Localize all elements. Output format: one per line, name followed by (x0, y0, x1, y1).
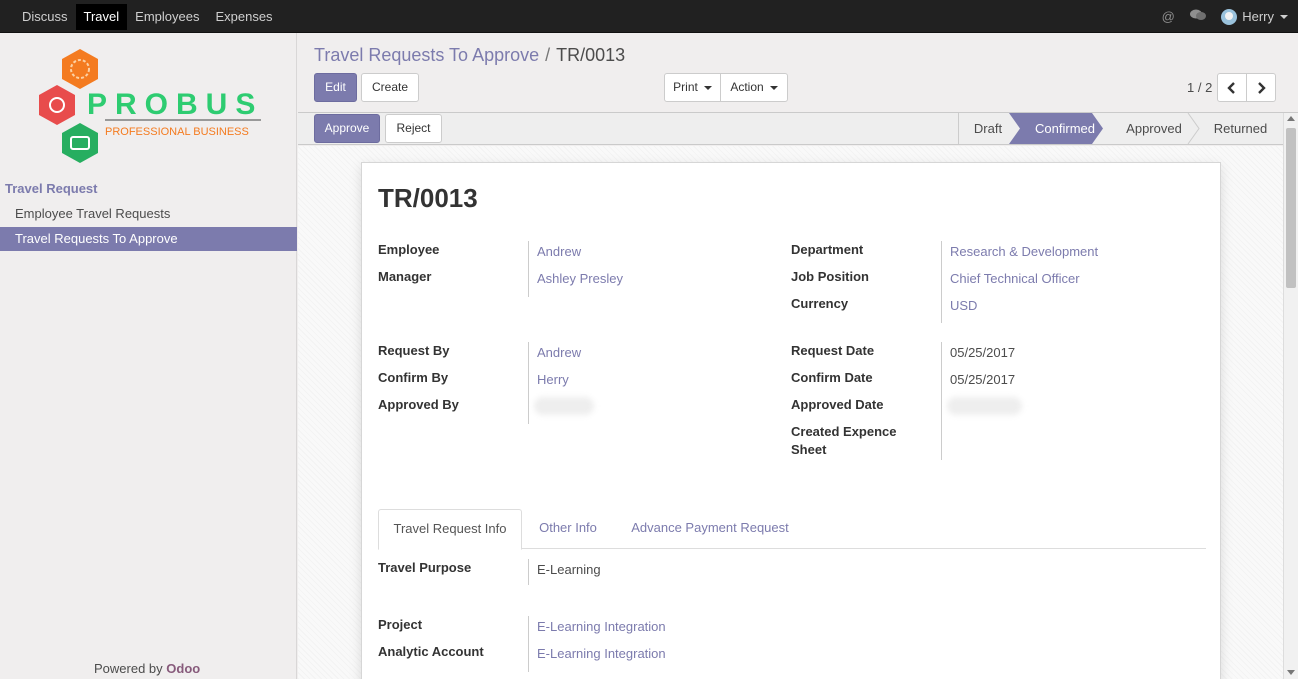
confirm-by-value[interactable]: Herry (537, 371, 569, 389)
request-by-label: Request By (378, 343, 450, 358)
request-by-value[interactable]: Andrew (537, 344, 581, 362)
chevron-down-icon (769, 85, 778, 90)
systray: @ Herry (1153, 0, 1288, 33)
user-menu[interactable]: Herry (1221, 8, 1288, 25)
pager-previous-button[interactable] (1217, 73, 1247, 102)
project-label: Project (378, 617, 423, 632)
field-divider (528, 342, 529, 424)
status-step-returned[interactable]: Returned (1198, 113, 1283, 144)
currency-label: Currency (791, 296, 849, 311)
tab-travel-request-info[interactable]: Travel Request Info (378, 509, 522, 550)
app-menu: Discuss Travel Employees Expenses (14, 4, 281, 30)
manager-label: Manager (378, 269, 432, 284)
approved-date-value-redacted (947, 397, 1022, 415)
employee-label: Employee (378, 242, 440, 257)
breadcrumb-current: TR/0013 (556, 45, 626, 65)
powered-by-label: Powered by (94, 661, 163, 676)
notebook-tabs: Travel Request Info Other Info Advance P… (378, 509, 1206, 550)
created-expense-sheet-label: Created Expence Sheet (791, 424, 897, 457)
edit-button[interactable]: Edit (314, 73, 357, 102)
form-background: TR/0013 Employee Andrew Manager Ashley P… (298, 146, 1283, 679)
form-sheet: TR/0013 Employee Andrew Manager Ashley P… (361, 162, 1221, 679)
print-label: Print (673, 80, 698, 94)
field-divider (528, 616, 529, 672)
reject-button[interactable]: Reject (385, 114, 442, 143)
create-button[interactable]: Create (361, 73, 419, 102)
powered-by: Powered by Odoo (94, 661, 200, 676)
chevron-right-icon (1258, 82, 1266, 94)
field-divider (528, 559, 529, 585)
approved-by-label: Approved By (378, 397, 459, 412)
job-position-label: Job Position (791, 269, 869, 284)
breadcrumb: Travel Requests To Approve / TR/0013 (314, 45, 625, 66)
manager-value[interactable]: Ashley Presley (537, 270, 623, 288)
field-divider (941, 241, 942, 323)
form-statusbar: Approve Reject Draft Confirmed Approved … (298, 113, 1283, 145)
tab-advance-payment-request[interactable]: Advance Payment Request (620, 509, 800, 549)
avatar (1221, 8, 1238, 25)
travel-purpose-label: Travel Purpose (378, 560, 472, 575)
approve-button[interactable]: Approve (314, 114, 380, 143)
employee-value[interactable]: Andrew (537, 243, 581, 261)
scrollbar-thumb[interactable] (1286, 128, 1296, 288)
job-position-value[interactable]: Chief Technical Officer (950, 270, 1080, 288)
tab-other-info[interactable]: Other Info (528, 509, 608, 549)
scroll-up-icon[interactable] (1287, 116, 1295, 121)
chevron-down-icon (703, 85, 712, 90)
status-step-approved[interactable]: Approved (1112, 113, 1196, 144)
logo-text: PROBUSE (87, 88, 265, 121)
breadcrumb-parent[interactable]: Travel Requests To Approve (314, 45, 539, 65)
approved-date-label: Approved Date (791, 397, 884, 412)
chat-icon[interactable] (1183, 8, 1213, 25)
confirm-date-value: 05/25/2017 (950, 372, 1016, 387)
sidebar-item-employee-travel-requests[interactable]: Employee Travel Requests (0, 202, 297, 226)
menu-travel[interactable]: Travel (75, 4, 128, 30)
company-logo: PROBUSE PROFESSIONAL BUSINESS (35, 47, 283, 167)
menu-employees[interactable]: Employees (127, 4, 207, 30)
logo-subtext: PROFESSIONAL BUSINESS (105, 126, 249, 138)
analytic-account-value[interactable]: E-Learning Integration (537, 645, 666, 663)
scroll-down-icon[interactable] (1287, 670, 1295, 675)
field-divider (941, 342, 942, 460)
menu-discuss[interactable]: Discuss (14, 4, 76, 30)
sidebar-section-title: Travel Request (5, 181, 98, 196)
mention-icon[interactable]: @ (1153, 9, 1183, 24)
field-divider (528, 241, 529, 297)
breadcrumb-separator: / (545, 45, 551, 65)
user-name: Herry (1242, 9, 1274, 24)
project-value[interactable]: E-Learning Integration (537, 618, 666, 636)
request-date-label: Request Date (791, 343, 875, 358)
status-step-confirmed[interactable]: Confirmed (1018, 113, 1112, 144)
status-step-draft[interactable]: Draft (960, 113, 1016, 144)
pager-value: 1 / 2 (1187, 80, 1213, 95)
control-panel: Travel Requests To Approve / TR/0013 Edit … (298, 33, 1298, 113)
menu-expenses[interactable]: Expenses (207, 4, 280, 30)
action-label: Action (730, 80, 764, 94)
approved-by-value-redacted (534, 397, 594, 415)
department-value[interactable]: Research & Development (950, 243, 1098, 261)
confirm-by-label: Confirm By (378, 370, 449, 385)
print-dropdown[interactable]: Print (664, 73, 721, 102)
pager-next-button[interactable] (1246, 73, 1276, 102)
currency-value[interactable]: USD (950, 297, 977, 315)
scrollbar[interactable] (1283, 113, 1298, 679)
department-label: Department (791, 242, 864, 257)
request-date-value: 05/25/2017 (950, 345, 1016, 360)
analytic-account-label: Analytic Account (378, 644, 484, 659)
top-navbar: Discuss Travel Employees Expenses @ Herr… (0, 0, 1298, 33)
confirm-date-label: Confirm Date (791, 370, 873, 385)
action-dropdown[interactable]: Action (720, 73, 788, 102)
chevron-left-icon (1227, 82, 1235, 94)
chevron-down-icon (1280, 14, 1288, 19)
record-title: TR/0013 (378, 183, 478, 213)
travel-purpose-value: E-Learning (537, 562, 601, 577)
sidebar: PROBUSE PROFESSIONAL BUSINESS Travel Req… (0, 33, 297, 679)
sidebar-item-travel-requests-to-approve[interactable]: Travel Requests To Approve (0, 227, 297, 251)
odoo-link[interactable]: Odoo (166, 661, 200, 676)
